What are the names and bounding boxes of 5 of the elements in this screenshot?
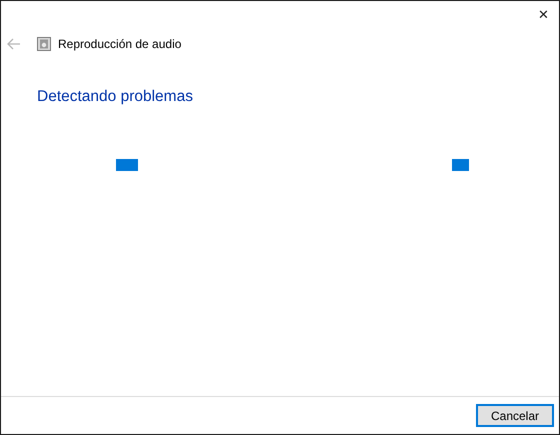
- page-heading: Detectando problemas: [37, 88, 194, 106]
- cancel-button[interactable]: Cancelar: [476, 404, 554, 427]
- speaker-icon: [37, 37, 51, 51]
- close-button[interactable]: ✕: [528, 5, 559, 25]
- window-title: Reproducción de audio: [58, 37, 182, 51]
